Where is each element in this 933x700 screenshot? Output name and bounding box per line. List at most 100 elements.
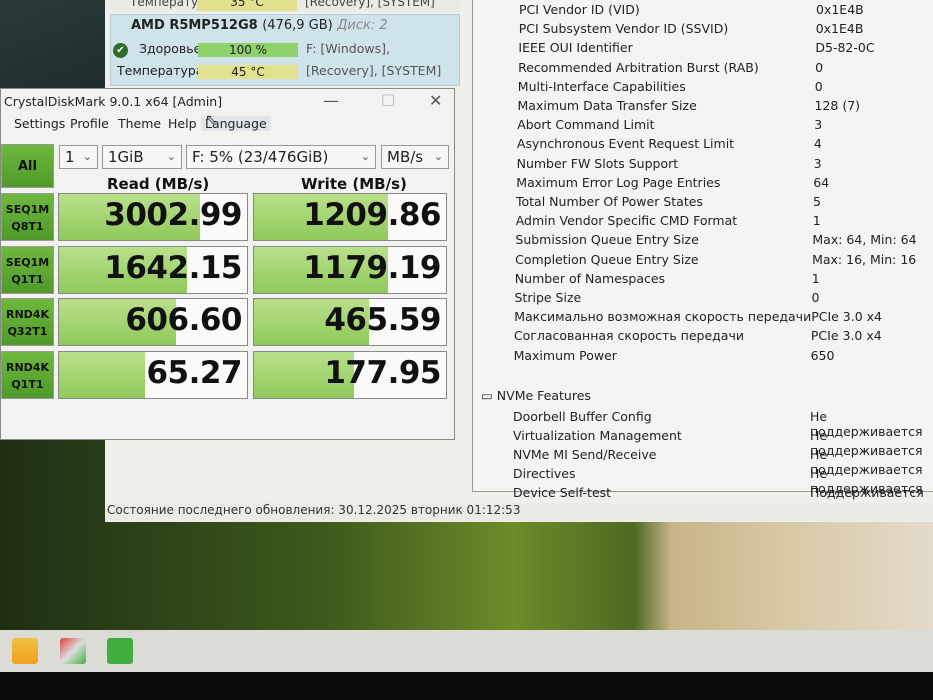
minimize-button[interactable]: — xyxy=(323,91,339,110)
property-row[interactable]: Maximum Error Log Page Entries 64 xyxy=(516,175,926,193)
property-name: Directives xyxy=(513,466,576,481)
health-bar: 100 % xyxy=(198,43,298,57)
property-row[interactable]: Recommended Arbitration Burst (RAB) 0 xyxy=(518,60,928,78)
previous-disk-entry[interactable]: Температура: 35 °C [Recovery], [SYSTEM] xyxy=(110,0,460,12)
maximize-button[interactable]: ☐ xyxy=(381,91,395,110)
chevron-down-icon: ⌄ xyxy=(433,150,443,163)
partitions: [Recovery], [SYSTEM] xyxy=(305,0,435,9)
property-row[interactable]: Maximum Data Transfer Size 128 (7) xyxy=(518,98,928,116)
property-row[interactable]: NVMe MI Send/Receive Не поддерживается xyxy=(513,447,923,477)
test-size-select[interactable]: 1GiB ⌄ xyxy=(102,145,182,169)
property-row[interactable]: Максимально возможная скорость передачи P… xyxy=(514,309,924,327)
disk-capacity: (476,9 GB) xyxy=(262,18,333,33)
property-value: PCIe 3.0 x4 xyxy=(811,309,883,325)
test-queue: Q8T1 xyxy=(11,220,44,233)
test-queue: Q1T1 xyxy=(11,377,44,391)
property-row[interactable]: PCI Subsystem Vendor ID (SSVID) 0x1E4B xyxy=(519,21,929,39)
property-row[interactable]: Directives Не поддерживается xyxy=(513,466,923,496)
property-value: 3 xyxy=(813,155,822,171)
property-name: Максимально возможная скорость передачи xyxy=(514,309,812,325)
read-result: 3002.99 xyxy=(58,193,248,241)
status-bar: Состояние последнего обновления: 30.12.2… xyxy=(105,503,933,521)
property-value: 4 xyxy=(813,136,822,152)
test-button[interactable]: RND4K Q1T1 xyxy=(1,350,54,399)
partitions-line-2: [Recovery], [SYSTEM] xyxy=(306,63,442,78)
nvme-features-header[interactable]: ▭ NVMe Features xyxy=(481,388,591,403)
crystaldiskmark-taskbar-icon[interactable] xyxy=(107,638,133,664)
property-row[interactable]: Doorbell Buffer Config Не поддерживается xyxy=(513,409,923,439)
test-button[interactable]: SEQ1M Q8T1 xyxy=(1,193,54,241)
chevron-down-icon: ⌄ xyxy=(82,150,92,163)
property-value: Поддерживается xyxy=(810,485,924,500)
read-value: 3002.99 xyxy=(104,197,242,233)
menu-help[interactable]: Help xyxy=(168,116,197,131)
mouse-cursor-icon: ⇖ xyxy=(205,112,217,128)
chevron-down-icon: ⌄ xyxy=(360,150,370,163)
property-row[interactable]: IEEE OUI Identifier D5-82-0C xyxy=(518,40,928,58)
selected-value: MB/s xyxy=(387,148,424,166)
file-explorer-icon[interactable] xyxy=(12,638,38,664)
property-name: Number FW Slots Support xyxy=(516,155,679,171)
property-value: 128 (7) xyxy=(814,98,861,113)
property-name: Maximum Error Log Page Entries xyxy=(516,174,721,190)
menu-profile[interactable]: Profile xyxy=(70,116,109,131)
menu-settings[interactable]: Settings xyxy=(14,116,65,131)
nvme-properties-list[interactable]: ▭ NVMe Features PCI Vendor ID (VID) 0x1E4… xyxy=(472,0,933,500)
property-value: Max: 64, Min: 64 xyxy=(812,232,917,248)
write-result: 1179.19 xyxy=(253,245,447,294)
write-value: 465.59 xyxy=(324,302,441,338)
property-row[interactable]: Device Self-test Поддерживается xyxy=(513,485,924,503)
property-name: Completion Queue Entry Size xyxy=(515,251,699,267)
property-row[interactable]: Abort Command Limit 3 xyxy=(517,117,927,135)
property-row[interactable]: Number of Namespaces 1 xyxy=(515,271,925,289)
property-name: NVMe MI Send/Receive xyxy=(513,447,657,462)
read-result: 1642.15 xyxy=(58,245,248,294)
property-name: Asynchronous Event Request Limit xyxy=(516,136,735,152)
property-row[interactable]: Согласованная скорость передачи PCIe 3.0 … xyxy=(514,328,924,346)
crystaldiskmark-window: CrystalDiskMark 9.0.1 x64 [Admin] — ☐ ✕ … xyxy=(0,88,455,440)
write-value: 1209.86 xyxy=(303,197,441,233)
disk-entry-selected[interactable]: AMD R5MP512G8 (476,9 GB) Диск: 2 ✔ Здоро… xyxy=(110,14,460,86)
property-name: Maximum Power xyxy=(513,347,617,363)
property-name: Device Self-test xyxy=(513,485,612,500)
test-button[interactable]: RND4K Q32T1 xyxy=(1,298,54,346)
property-row[interactable]: Asynchronous Event Request Limit 4 xyxy=(517,136,927,154)
property-name: Recommended Arbitration Burst (RAB) xyxy=(518,59,759,75)
read-value: 606.60 xyxy=(125,302,242,338)
selected-value: F: 5% (23/476GiB) xyxy=(192,148,329,166)
run-all-button[interactable]: All xyxy=(1,144,54,188)
property-name: Согласованная скорость передачи xyxy=(513,328,744,344)
property-row[interactable]: Stripe Size 0 xyxy=(515,290,925,308)
property-row[interactable]: Virtualization Management Не поддерживает… xyxy=(513,428,923,458)
menu-theme[interactable]: Theme xyxy=(118,116,161,131)
property-name: PCI Subsystem Vendor ID (SSVID) xyxy=(518,21,729,37)
property-row[interactable]: Number FW Slots Support 3 xyxy=(517,156,927,174)
property-value: 64 xyxy=(813,174,830,190)
property-name: IEEE OUI Identifier xyxy=(518,40,633,56)
property-row[interactable]: PCI Vendor ID (VID) 0x1E4B xyxy=(519,2,929,20)
property-name: Abort Command Limit xyxy=(517,117,655,133)
property-row[interactable]: Multi-Interface Capabilities 0 xyxy=(518,79,928,97)
property-row[interactable]: Maximum Power 650 xyxy=(514,348,924,366)
drive-select[interactable]: F: 5% (23/476GiB) ⌄ xyxy=(186,145,376,169)
property-row[interactable]: Total Number Of Power States 5 xyxy=(516,194,926,212)
test-count-select[interactable]: 1 ⌄ xyxy=(59,145,98,169)
test-name: RND4K xyxy=(6,360,49,374)
unit-select[interactable]: MB/s ⌄ xyxy=(381,145,449,169)
property-row[interactable]: Submission Queue Entry Size Max: 64, Min:… xyxy=(515,232,925,250)
taskbar xyxy=(0,630,933,672)
close-button[interactable]: ✕ xyxy=(429,91,442,110)
temperature-bar: 45 °C xyxy=(198,65,298,79)
property-name: Admin Vendor Specific CMD Format xyxy=(515,213,738,229)
test-button[interactable]: SEQ1M Q1T1 xyxy=(1,245,54,294)
section-title: NVMe Features xyxy=(496,388,591,403)
read-value: 1642.15 xyxy=(104,249,242,286)
selected-value: 1GiB xyxy=(108,148,144,166)
property-name: Multi-Interface Capabilities xyxy=(517,78,686,94)
property-row[interactable]: Admin Vendor Specific CMD Format 1 xyxy=(516,213,926,231)
temperature-label: Температура: xyxy=(117,63,208,78)
crystaldiskinfo-taskbar-icon[interactable] xyxy=(60,638,86,664)
property-row[interactable]: Completion Queue Entry Size Max: 16, Min:… xyxy=(515,252,925,270)
property-value: 0 xyxy=(815,59,824,75)
property-name: Submission Queue Entry Size xyxy=(515,232,699,248)
